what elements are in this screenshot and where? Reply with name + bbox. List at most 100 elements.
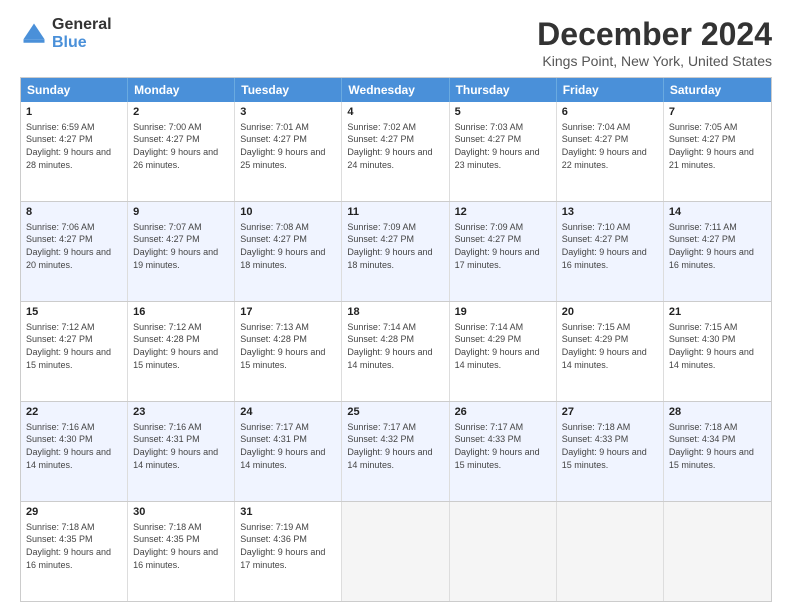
day-info: Sunrise: 7:01 AMSunset: 4:27 PMDaylight:… [240,121,336,171]
calendar-cell: 27Sunrise: 7:18 AMSunset: 4:33 PMDayligh… [557,402,664,501]
day-number: 30 [133,505,229,520]
calendar-cell: 4Sunrise: 7:02 AMSunset: 4:27 PMDaylight… [342,102,449,201]
day-number: 3 [240,105,336,120]
calendar-cell [450,502,557,601]
logo-icon [20,20,48,48]
calendar-row: 29Sunrise: 7:18 AMSunset: 4:35 PMDayligh… [21,501,771,601]
calendar-cell: 14Sunrise: 7:11 AMSunset: 4:27 PMDayligh… [664,202,771,301]
calendar-row: 1Sunrise: 6:59 AMSunset: 4:27 PMDaylight… [21,102,771,201]
day-info: Sunrise: 7:00 AMSunset: 4:27 PMDaylight:… [133,121,229,171]
calendar-cell [342,502,449,601]
day-info: Sunrise: 7:10 AMSunset: 4:27 PMDaylight:… [562,221,658,271]
day-info: Sunrise: 7:17 AMSunset: 4:33 PMDaylight:… [455,421,551,471]
day-number: 26 [455,405,551,420]
calendar-cell: 26Sunrise: 7:17 AMSunset: 4:33 PMDayligh… [450,402,557,501]
day-number: 19 [455,305,551,320]
logo-text: General Blue [52,16,112,51]
calendar-cell: 10Sunrise: 7:08 AMSunset: 4:27 PMDayligh… [235,202,342,301]
calendar-cell: 5Sunrise: 7:03 AMSunset: 4:27 PMDaylight… [450,102,557,201]
day-number: 28 [669,405,766,420]
calendar: SundayMondayTuesdayWednesdayThursdayFrid… [20,77,772,602]
header: General Blue December 2024 Kings Point, … [20,16,772,69]
day-number: 13 [562,205,658,220]
day-number: 20 [562,305,658,320]
day-number: 11 [347,205,443,220]
day-number: 27 [562,405,658,420]
day-number: 16 [133,305,229,320]
calendar-cell: 11Sunrise: 7:09 AMSunset: 4:27 PMDayligh… [342,202,449,301]
day-info: Sunrise: 7:11 AMSunset: 4:27 PMDaylight:… [669,221,766,271]
logo: General Blue [20,16,112,51]
calendar-cell: 28Sunrise: 7:18 AMSunset: 4:34 PMDayligh… [664,402,771,501]
day-info: Sunrise: 7:18 AMSunset: 4:33 PMDaylight:… [562,421,658,471]
logo-general-text: General [52,16,112,34]
calendar-header: SundayMondayTuesdayWednesdayThursdayFrid… [21,78,771,102]
day-info: Sunrise: 7:18 AMSunset: 4:35 PMDaylight:… [26,521,122,571]
logo-blue-text: Blue [52,34,112,52]
calendar-cell: 1Sunrise: 6:59 AMSunset: 4:27 PMDaylight… [21,102,128,201]
day-number: 17 [240,305,336,320]
calendar-cell [557,502,664,601]
day-info: Sunrise: 7:16 AMSunset: 4:31 PMDaylight:… [133,421,229,471]
day-info: Sunrise: 7:07 AMSunset: 4:27 PMDaylight:… [133,221,229,271]
calendar-cell: 16Sunrise: 7:12 AMSunset: 4:28 PMDayligh… [128,302,235,401]
weekday-header: Wednesday [342,78,449,102]
weekday-header: Monday [128,78,235,102]
calendar-body: 1Sunrise: 6:59 AMSunset: 4:27 PMDaylight… [21,102,771,601]
weekday-header: Saturday [664,78,771,102]
day-info: Sunrise: 7:12 AMSunset: 4:28 PMDaylight:… [133,321,229,371]
day-number: 10 [240,205,336,220]
calendar-row: 22Sunrise: 7:16 AMSunset: 4:30 PMDayligh… [21,401,771,501]
day-number: 24 [240,405,336,420]
day-number: 2 [133,105,229,120]
day-number: 8 [26,205,122,220]
day-info: Sunrise: 7:18 AMSunset: 4:34 PMDaylight:… [669,421,766,471]
day-info: Sunrise: 6:59 AMSunset: 4:27 PMDaylight:… [26,121,122,171]
day-info: Sunrise: 7:02 AMSunset: 4:27 PMDaylight:… [347,121,443,171]
day-number: 18 [347,305,443,320]
day-number: 5 [455,105,551,120]
day-number: 9 [133,205,229,220]
page: General Blue December 2024 Kings Point, … [0,0,792,612]
day-number: 4 [347,105,443,120]
calendar-row: 8Sunrise: 7:06 AMSunset: 4:27 PMDaylight… [21,201,771,301]
day-info: Sunrise: 7:17 AMSunset: 4:32 PMDaylight:… [347,421,443,471]
title-section: December 2024 Kings Point, New York, Uni… [537,16,772,69]
day-info: Sunrise: 7:14 AMSunset: 4:28 PMDaylight:… [347,321,443,371]
calendar-cell: 30Sunrise: 7:18 AMSunset: 4:35 PMDayligh… [128,502,235,601]
calendar-cell: 22Sunrise: 7:16 AMSunset: 4:30 PMDayligh… [21,402,128,501]
day-info: Sunrise: 7:15 AMSunset: 4:29 PMDaylight:… [562,321,658,371]
calendar-cell: 20Sunrise: 7:15 AMSunset: 4:29 PMDayligh… [557,302,664,401]
day-info: Sunrise: 7:12 AMSunset: 4:27 PMDaylight:… [26,321,122,371]
day-number: 22 [26,405,122,420]
calendar-cell: 24Sunrise: 7:17 AMSunset: 4:31 PMDayligh… [235,402,342,501]
calendar-cell: 8Sunrise: 7:06 AMSunset: 4:27 PMDaylight… [21,202,128,301]
day-info: Sunrise: 7:16 AMSunset: 4:30 PMDaylight:… [26,421,122,471]
day-number: 6 [562,105,658,120]
subtitle: Kings Point, New York, United States [537,53,772,69]
day-info: Sunrise: 7:15 AMSunset: 4:30 PMDaylight:… [669,321,766,371]
day-info: Sunrise: 7:06 AMSunset: 4:27 PMDaylight:… [26,221,122,271]
day-info: Sunrise: 7:04 AMSunset: 4:27 PMDaylight:… [562,121,658,171]
day-info: Sunrise: 7:05 AMSunset: 4:27 PMDaylight:… [669,121,766,171]
day-info: Sunrise: 7:19 AMSunset: 4:36 PMDaylight:… [240,521,336,571]
day-info: Sunrise: 7:13 AMSunset: 4:28 PMDaylight:… [240,321,336,371]
calendar-cell: 3Sunrise: 7:01 AMSunset: 4:27 PMDaylight… [235,102,342,201]
calendar-cell [664,502,771,601]
day-info: Sunrise: 7:17 AMSunset: 4:31 PMDaylight:… [240,421,336,471]
day-info: Sunrise: 7:14 AMSunset: 4:29 PMDaylight:… [455,321,551,371]
calendar-cell: 31Sunrise: 7:19 AMSunset: 4:36 PMDayligh… [235,502,342,601]
calendar-cell: 12Sunrise: 7:09 AMSunset: 4:27 PMDayligh… [450,202,557,301]
day-number: 1 [26,105,122,120]
calendar-row: 15Sunrise: 7:12 AMSunset: 4:27 PMDayligh… [21,301,771,401]
calendar-cell: 7Sunrise: 7:05 AMSunset: 4:27 PMDaylight… [664,102,771,201]
calendar-cell: 17Sunrise: 7:13 AMSunset: 4:28 PMDayligh… [235,302,342,401]
calendar-cell: 25Sunrise: 7:17 AMSunset: 4:32 PMDayligh… [342,402,449,501]
day-info: Sunrise: 7:08 AMSunset: 4:27 PMDaylight:… [240,221,336,271]
calendar-cell: 19Sunrise: 7:14 AMSunset: 4:29 PMDayligh… [450,302,557,401]
day-number: 31 [240,505,336,520]
day-number: 12 [455,205,551,220]
weekday-header: Friday [557,78,664,102]
calendar-cell: 23Sunrise: 7:16 AMSunset: 4:31 PMDayligh… [128,402,235,501]
calendar-cell: 29Sunrise: 7:18 AMSunset: 4:35 PMDayligh… [21,502,128,601]
